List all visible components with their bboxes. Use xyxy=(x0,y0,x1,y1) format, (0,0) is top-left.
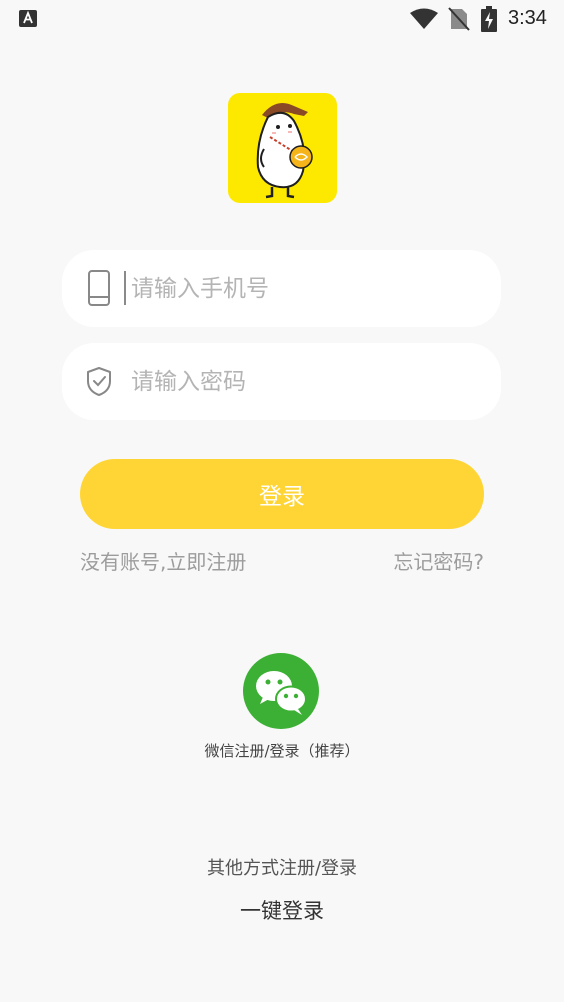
status-time: 3:34 xyxy=(508,7,547,29)
a-letter-icon xyxy=(19,10,37,27)
no-sim-icon xyxy=(448,7,470,31)
app-logo xyxy=(228,93,337,203)
login-button-label: 登录 xyxy=(259,484,305,510)
phone-input[interactable]: 请输入手机号 xyxy=(131,274,269,304)
status-bar: 3:34 xyxy=(0,0,564,38)
wifi-icon xyxy=(410,8,438,29)
phone-field[interactable]: 请输入手机号 xyxy=(62,250,501,327)
one-click-login-link[interactable]: 一键登录 xyxy=(240,899,324,923)
password-field[interactable]: 请输入密码 xyxy=(62,343,501,420)
one-click-login-container: 一键登录 xyxy=(0,895,564,925)
password-input[interactable]: 请输入密码 xyxy=(131,367,246,397)
other-methods-title: 其他方式注册/登录 xyxy=(206,858,358,879)
text-cursor xyxy=(124,271,126,305)
wechat-login-label[interactable]: 微信注册/登录（推荐） xyxy=(0,740,564,761)
wechat-icon xyxy=(256,671,307,715)
login-button[interactable]: 登录 xyxy=(80,459,484,529)
battery-charging-icon xyxy=(481,6,497,32)
wechat-login-button[interactable] xyxy=(243,653,319,729)
shield-check-icon xyxy=(87,367,111,396)
cartoon-mascot-logo xyxy=(256,103,313,199)
register-link[interactable]: 没有账号,立即注册 xyxy=(80,546,246,575)
phone-icon xyxy=(88,270,110,306)
forgot-password-link[interactable]: 忘记密码? xyxy=(393,546,484,575)
